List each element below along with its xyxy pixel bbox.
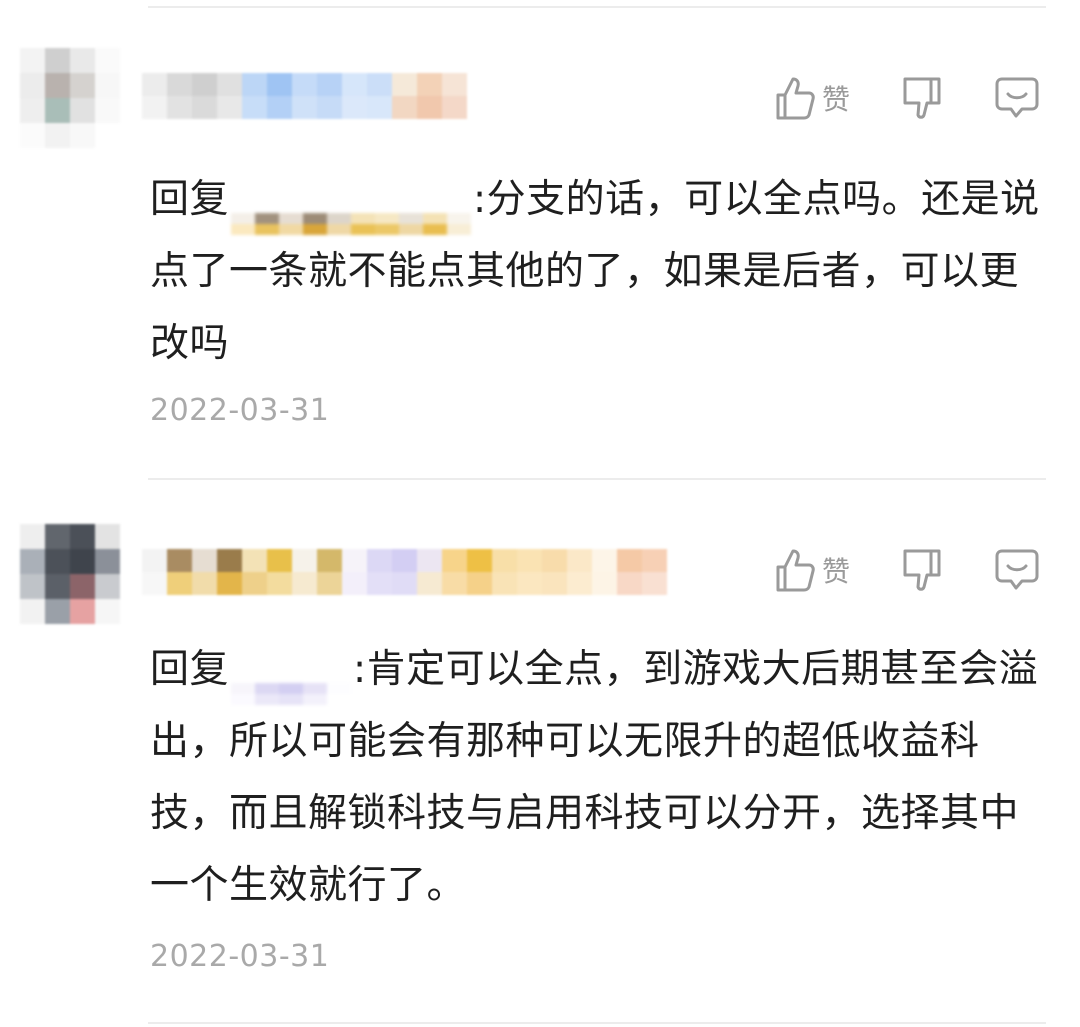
comment-text: 回复:肯定可以全点，到游戏大后期甚至会溢出，所以可能会有那种可以无限升的超低收益… [150,634,1040,922]
bottom-divider [148,1022,1046,1024]
comment-text: 回复:分支的话，可以全点吗。还是说点了一条就不能点其他的了，如果是后者，可以更改… [150,164,1040,380]
like-button[interactable]: 赞 [774,75,850,121]
reply-prefix: 回复 [150,177,230,222]
reply-prefix: 回复 [150,647,230,692]
like-label: 赞 [821,555,850,588]
thumbs-down-icon [903,549,941,591]
like-label: 赞 [821,83,850,116]
comment-actions: 赞 [724,540,1040,600]
thumbs-up-icon [776,549,815,592]
avatar[interactable] [20,524,120,624]
username[interactable] [142,73,467,119]
like-button[interactable]: 赞 [774,547,850,593]
username[interactable] [142,549,667,595]
thumbs-up-icon [776,77,815,120]
top-divider [148,6,1046,8]
mention-username[interactable] [231,176,472,235]
avatar[interactable] [20,48,120,148]
comment-bubble-icon [995,77,1039,118]
mention-username[interactable] [231,646,352,705]
comment-actions: 赞 [724,68,1040,128]
reply-button[interactable] [994,75,1040,121]
reply-button[interactable] [994,547,1040,593]
thumbs-down-icon [903,77,941,119]
comment-date: 2022-03-31 [150,393,330,428]
comment-bubble-icon [995,549,1039,590]
comment-divider [148,478,1046,480]
comment-date: 2022-03-31 [150,939,330,974]
dislike-button[interactable] [900,75,944,121]
dislike-button[interactable] [900,547,944,593]
